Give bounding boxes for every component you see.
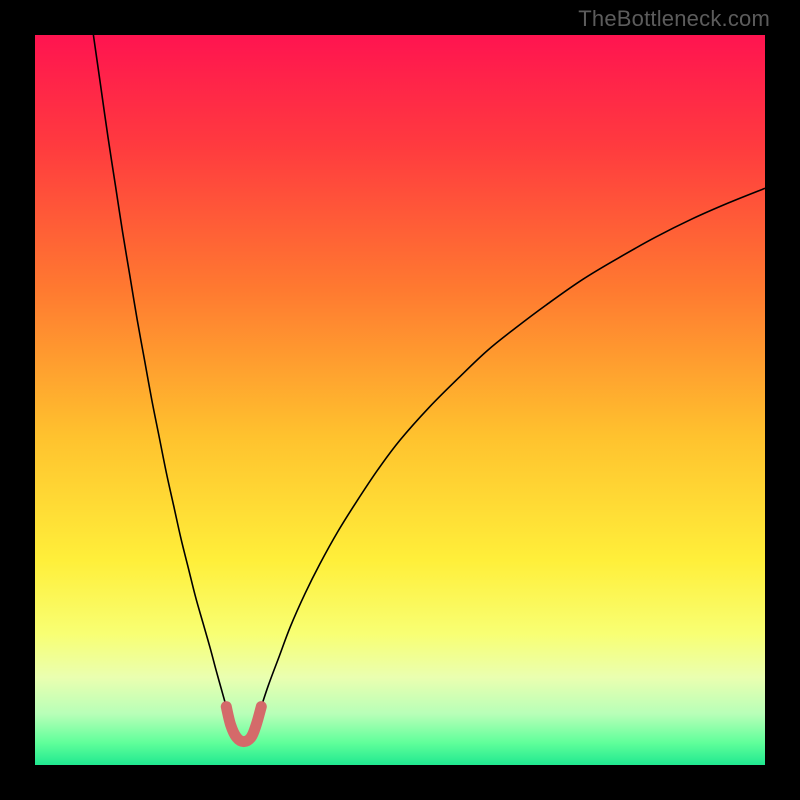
plot-area	[35, 35, 765, 765]
watermark-text: TheBottleneck.com	[578, 6, 770, 32]
bottleneck-chart	[35, 35, 765, 765]
gradient-background	[35, 35, 765, 765]
chart-frame: TheBottleneck.com	[0, 0, 800, 800]
